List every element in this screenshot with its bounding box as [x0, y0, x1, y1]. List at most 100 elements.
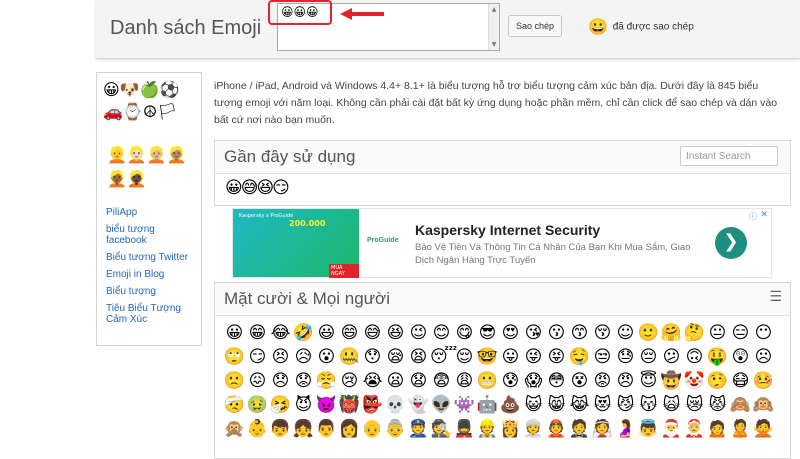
emoji-item[interactable]: 😽: [637, 393, 660, 417]
emoji-item[interactable]: 👻: [407, 393, 430, 417]
sidebar-link-facebook[interactable]: biểu tượng facebook: [106, 224, 198, 246]
emoji-item[interactable]: 🤥: [706, 369, 729, 393]
emoji-item[interactable]: 🙈: [729, 393, 752, 417]
emoji-item[interactable]: 😭: [361, 369, 384, 393]
emoji-item[interactable]: 🙂: [637, 321, 660, 345]
emoji-item[interactable]: 🤣: [292, 321, 315, 345]
emoji-item[interactable]: 😨: [430, 369, 453, 393]
emoji-item[interactable]: 😫: [407, 345, 430, 369]
emoji-item[interactable]: 🎅: [660, 417, 683, 441]
emoji-item[interactable]: 😒: [591, 345, 614, 369]
emoji-item[interactable]: 👧: [292, 417, 315, 441]
emoji-item[interactable]: 🤤: [568, 345, 591, 369]
emoji-item[interactable]: 😸: [545, 393, 568, 417]
emoji-item[interactable]: 😔: [637, 345, 660, 369]
ad-title[interactable]: Kaspersky Internet Security: [415, 222, 600, 238]
emoji-item[interactable]: 😚: [591, 321, 614, 345]
emoji-item[interactable]: ☹: [752, 345, 775, 369]
emoji-item[interactable]: 👰: [591, 417, 614, 441]
emoji-item[interactable]: 😼: [614, 393, 637, 417]
emoji-item[interactable]: 😏: [246, 345, 269, 369]
emoji-item[interactable]: 😓: [614, 345, 637, 369]
sidebar-link-emoji-blog[interactable]: Emoji in Blog: [106, 269, 198, 280]
emoji-item[interactable]: 😤: [315, 369, 338, 393]
emoji-item[interactable]: 😜: [522, 345, 545, 369]
emoji-item[interactable]: 😷: [729, 369, 752, 393]
emoji-item[interactable]: 😳: [545, 369, 568, 393]
emoji-item[interactable]: 👲: [545, 417, 568, 441]
emoji-item[interactable]: 😦: [384, 369, 407, 393]
emoji-item[interactable]: 😻: [591, 393, 614, 417]
emoji-item[interactable]: 🤵: [568, 417, 591, 441]
emoji-item[interactable]: 💂: [453, 417, 476, 441]
copy-button[interactable]: Sao chép: [508, 15, 562, 37]
emoji-item[interactable]: 💀: [384, 393, 407, 417]
skin-tone-selector[interactable]: 👱👱🏻👱🏼👱🏽👱🏾👱🏿: [107, 143, 191, 191]
emoji-item[interactable]: 😌: [453, 345, 476, 369]
emoji-item[interactable]: 🤐: [338, 345, 361, 369]
emoji-item[interactable]: 😪: [384, 345, 407, 369]
sidebar-link-piliapp[interactable]: PiliApp: [106, 207, 198, 218]
emoji-item[interactable]: 😈: [292, 393, 315, 417]
emoji-item[interactable]: 👸: [499, 417, 522, 441]
emoji-item[interactable]: 🙎: [729, 417, 752, 441]
emoji-item[interactable]: 😲: [729, 345, 752, 369]
emoji-item[interactable]: 🤔: [683, 321, 706, 345]
emoji-item[interactable]: 🕵: [430, 417, 453, 441]
emoji-item[interactable]: 😧: [407, 369, 430, 393]
emoji-item[interactable]: 👩: [338, 417, 361, 441]
emoji-item[interactable]: 😮: [315, 345, 338, 369]
emoji-item[interactable]: 😩: [453, 369, 476, 393]
recent-emojis[interactable]: 😀😅😆😏: [225, 178, 290, 198]
sidebar-link-bieu-tuong[interactable]: Biểu tượng: [106, 286, 198, 297]
emoji-item[interactable]: 😕: [660, 345, 683, 369]
emoji-item[interactable]: ☺: [614, 321, 637, 345]
emoji-item[interactable]: 👼: [637, 417, 660, 441]
emoji-item[interactable]: 😢: [338, 369, 361, 393]
ad-info-icon[interactable]: ⓘ: [749, 211, 757, 222]
category-icons[interactable]: 😀🐶🍏⚽🚗⌚☮🏳: [103, 79, 195, 123]
emoji-item[interactable]: 🤠: [660, 369, 683, 393]
emoji-item[interactable]: 😗: [545, 321, 568, 345]
emoji-item[interactable]: 👳: [522, 417, 545, 441]
emoji-item[interactable]: 😾: [706, 393, 729, 417]
emoji-item[interactable]: 😶: [752, 321, 775, 345]
emoji-item[interactable]: 😙: [568, 321, 591, 345]
emoji-item[interactable]: 🙀: [660, 393, 683, 417]
emoji-item[interactable]: 😟: [292, 369, 315, 393]
emoji-item[interactable]: 😬: [476, 369, 499, 393]
emoji-item[interactable]: 😐: [706, 321, 729, 345]
emoji-item[interactable]: 😘: [522, 321, 545, 345]
emoji-item[interactable]: 🙁: [223, 369, 246, 393]
emoji-item[interactable]: 😉: [407, 321, 430, 345]
emoji-item[interactable]: 👾: [453, 393, 476, 417]
emoji-item[interactable]: 😖: [246, 369, 269, 393]
textarea-scrollbar[interactable]: ▲ ▼: [488, 4, 499, 50]
emoji-item[interactable]: 🙃: [683, 345, 706, 369]
emoji-item[interactable]: 😍: [499, 321, 522, 345]
emoji-item[interactable]: 😵: [568, 369, 591, 393]
sidebar-link-tieu-bieu-tuong[interactable]: Tiêu Biểu Tượng Cảm Xúc: [106, 303, 198, 325]
menu-icon[interactable]: ☰: [769, 289, 782, 305]
emoji-item[interactable]: 🙊: [223, 417, 246, 441]
emoji-item[interactable]: 😁: [246, 321, 269, 345]
emoji-item[interactable]: 😱: [522, 369, 545, 393]
emoji-item[interactable]: 🙉: [752, 393, 775, 417]
emoji-item[interactable]: 🤕: [223, 393, 246, 417]
ad-arrow-icon[interactable]: ❯: [715, 227, 747, 259]
scroll-down-icon[interactable]: ▼: [489, 39, 499, 50]
emoji-item[interactable]: 🤢: [246, 393, 269, 417]
emoji-item[interactable]: 😺: [522, 393, 545, 417]
emoji-item[interactable]: 😑: [729, 321, 752, 345]
emoji-item[interactable]: 🤖: [476, 393, 499, 417]
emoji-item[interactable]: 😹: [568, 393, 591, 417]
scroll-up-icon[interactable]: ▲: [489, 4, 499, 15]
emoji-item[interactable]: 👮: [407, 417, 430, 441]
emoji-item[interactable]: 😄: [338, 321, 361, 345]
emoji-item[interactable]: 😯: [361, 345, 384, 369]
emoji-item[interactable]: 👵: [384, 417, 407, 441]
emoji-item[interactable]: 🤑: [706, 345, 729, 369]
emoji-item[interactable]: 😊: [430, 321, 453, 345]
emoji-item[interactable]: 😛: [499, 345, 522, 369]
emoji-item[interactable]: 🤡: [683, 369, 706, 393]
